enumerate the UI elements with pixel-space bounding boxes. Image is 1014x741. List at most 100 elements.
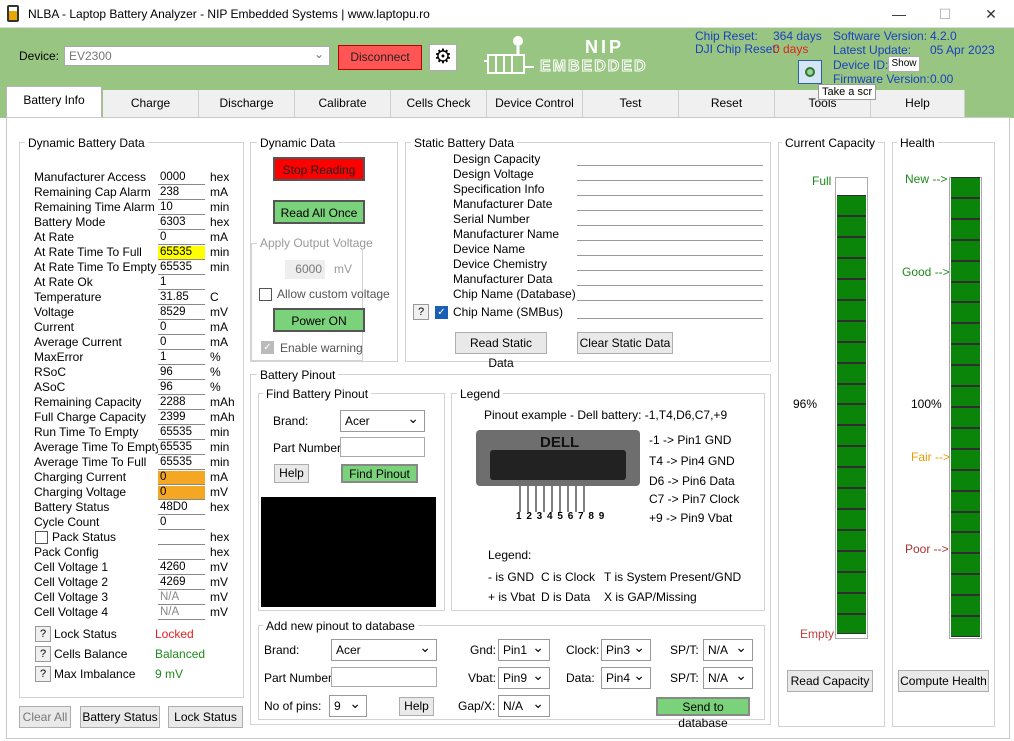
gapx-select[interactable]: N/A bbox=[498, 693, 550, 717]
device-select[interactable]: EV2300 ⌄ bbox=[64, 46, 330, 66]
max-imbalance-help-button[interactable]: ? bbox=[35, 666, 51, 682]
dyn-label: Run Time To Empty bbox=[34, 425, 139, 439]
clock-select[interactable]: Pin3 bbox=[601, 637, 651, 661]
tab-cells-check[interactable]: Cells Check bbox=[391, 90, 487, 118]
show-device-id-button[interactable]: Show bbox=[888, 56, 920, 72]
dyn-value: 4260 bbox=[158, 561, 205, 575]
send-to-database-button[interactable]: Send to database bbox=[656, 697, 750, 730]
tab-test[interactable]: Test bbox=[583, 90, 679, 118]
tab-calibrate[interactable]: Calibrate bbox=[295, 90, 391, 118]
dyn-unit: mV bbox=[210, 560, 228, 574]
bar-segment bbox=[951, 302, 980, 324]
dyn-value: 2288 bbox=[158, 396, 205, 410]
chip-reset-value: 364 days bbox=[773, 29, 822, 43]
software-version-value: 4.2.0 bbox=[930, 29, 957, 43]
stop-reading-button[interactable]: Stop Reading bbox=[273, 157, 365, 181]
minimize-icon[interactable]: — bbox=[876, 0, 922, 28]
spt1-select[interactable]: N/A bbox=[703, 637, 753, 661]
clock-label: Clock: bbox=[566, 643, 600, 657]
bar-segment bbox=[837, 592, 866, 614]
cells-balance-help-button[interactable]: ? bbox=[35, 646, 51, 662]
dyn-label: Current bbox=[34, 320, 75, 334]
gnd-select[interactable]: Pin1 bbox=[498, 637, 550, 661]
close-icon[interactable]: ✕ bbox=[968, 0, 1014, 28]
add-part-input[interactable] bbox=[331, 667, 437, 687]
dyn-value: 8529 bbox=[158, 306, 205, 320]
clear-static-data-button[interactable]: Clear Static Data bbox=[577, 332, 673, 354]
health-new-label: New --> bbox=[905, 172, 948, 186]
compute-health-button[interactable]: Compute Health bbox=[898, 670, 989, 692]
add-help-button[interactable]: Help bbox=[399, 697, 434, 716]
read-all-once-button[interactable]: Read All Once bbox=[273, 200, 365, 224]
dyn-label: Full Charge Capacity bbox=[34, 410, 147, 424]
dyn-unit: % bbox=[210, 380, 221, 394]
static-value-field bbox=[577, 270, 763, 271]
pin-map-3: D6 -> Pin6 Data bbox=[649, 474, 735, 488]
tab-charge[interactable]: Charge bbox=[103, 90, 199, 118]
settings-gear-icon[interactable]: ⚙ bbox=[429, 44, 457, 71]
screenshot-camera-icon[interactable] bbox=[798, 60, 822, 84]
battery-status-button[interactable]: Battery Status bbox=[80, 706, 160, 728]
find-pinout-button[interactable]: Find Pinout bbox=[341, 464, 418, 483]
add-brand-select[interactable]: Acer bbox=[331, 637, 437, 661]
allow-custom-voltage-checkbox[interactable] bbox=[259, 288, 272, 301]
tab-battery-info[interactable]: Battery Info bbox=[6, 86, 102, 118]
output-voltage-input[interactable]: 6000 bbox=[285, 260, 325, 279]
clear-all-button[interactable]: Clear All bbox=[19, 706, 71, 728]
disconnect-button[interactable]: Disconnect bbox=[338, 45, 422, 70]
dyn-unit: mAh bbox=[210, 410, 235, 424]
dyn-value: 0 bbox=[158, 336, 205, 350]
current-capacity-title: Current Capacity bbox=[782, 136, 879, 150]
pin-map-1: -1 -> Pin1 GND bbox=[649, 433, 732, 447]
pack-status-checkbox[interactable] bbox=[35, 531, 48, 544]
health-good-label: Good --> bbox=[902, 265, 950, 279]
find-help-button[interactable]: Help bbox=[274, 464, 309, 483]
apply-output-voltage-title: Apply Output Voltage bbox=[257, 236, 376, 250]
bar-segment bbox=[951, 177, 980, 198]
chip-name-smbus-checkbox[interactable]: ✓ bbox=[435, 306, 448, 319]
tab-reset[interactable]: Reset bbox=[679, 90, 775, 118]
vbat-select[interactable]: Pin9 bbox=[498, 665, 550, 689]
bar-segment bbox=[837, 613, 866, 635]
enable-warning-checkbox[interactable]: ✓ bbox=[261, 341, 274, 354]
tab-discharge[interactable]: Discharge bbox=[199, 90, 295, 118]
health-percent: 100% bbox=[911, 397, 942, 411]
legend-gap: X is GAP/Missing bbox=[604, 590, 697, 604]
lock-status-button[interactable]: Lock Status bbox=[168, 706, 243, 728]
tab-help[interactable]: Help bbox=[871, 90, 965, 118]
dji-chip-reset-label: DJI Chip Reset: bbox=[695, 42, 780, 56]
power-on-button[interactable]: Power ON bbox=[273, 308, 365, 332]
latest-update-label: Latest Update: bbox=[833, 43, 912, 57]
dyn-label: Manufacturer Access bbox=[34, 170, 147, 184]
dyn-unit: mV bbox=[210, 575, 228, 589]
static-value-field bbox=[577, 210, 763, 211]
lock-status-help-button[interactable]: ? bbox=[35, 626, 51, 642]
read-static-data-button[interactable]: Read Static Data bbox=[455, 332, 547, 370]
data-select[interactable]: Pin4 bbox=[601, 665, 651, 689]
tab-device-control[interactable]: Device Control bbox=[487, 90, 583, 118]
dyn-unit: min bbox=[210, 245, 230, 259]
static-label: Specification Info bbox=[453, 182, 545, 196]
gapx-label: Gap/X: bbox=[458, 699, 496, 713]
dyn-value: 4269 bbox=[158, 576, 205, 590]
bar-segment bbox=[837, 425, 866, 447]
chip-name-help-button[interactable]: ? bbox=[413, 304, 429, 320]
maximize-icon[interactable]: ☐ bbox=[922, 0, 968, 28]
bar-segment bbox=[951, 386, 980, 407]
cells-balance-value: Balanced bbox=[155, 647, 206, 661]
bar-segment bbox=[837, 320, 866, 342]
dyn-label: Remaining Time Alarm bbox=[34, 200, 155, 214]
find-brand-select[interactable]: Acer bbox=[340, 408, 425, 432]
bar-segment bbox=[837, 446, 866, 468]
bar-segment bbox=[951, 239, 980, 261]
dyn-value: 65535 bbox=[158, 426, 205, 440]
software-version-label: Software Version: bbox=[833, 29, 928, 43]
find-part-input[interactable] bbox=[340, 437, 425, 457]
spt2-select[interactable]: N/A bbox=[703, 665, 753, 689]
no-of-pins-select[interactable]: 9 bbox=[329, 693, 367, 717]
tooltip: Take a scr bbox=[818, 84, 877, 100]
bar-segment bbox=[837, 383, 866, 405]
dyn-label: At Rate Time To Full bbox=[34, 245, 142, 259]
read-capacity-button[interactable]: Read Capacity bbox=[787, 670, 873, 692]
dyn-value: 31.85 bbox=[158, 291, 205, 305]
